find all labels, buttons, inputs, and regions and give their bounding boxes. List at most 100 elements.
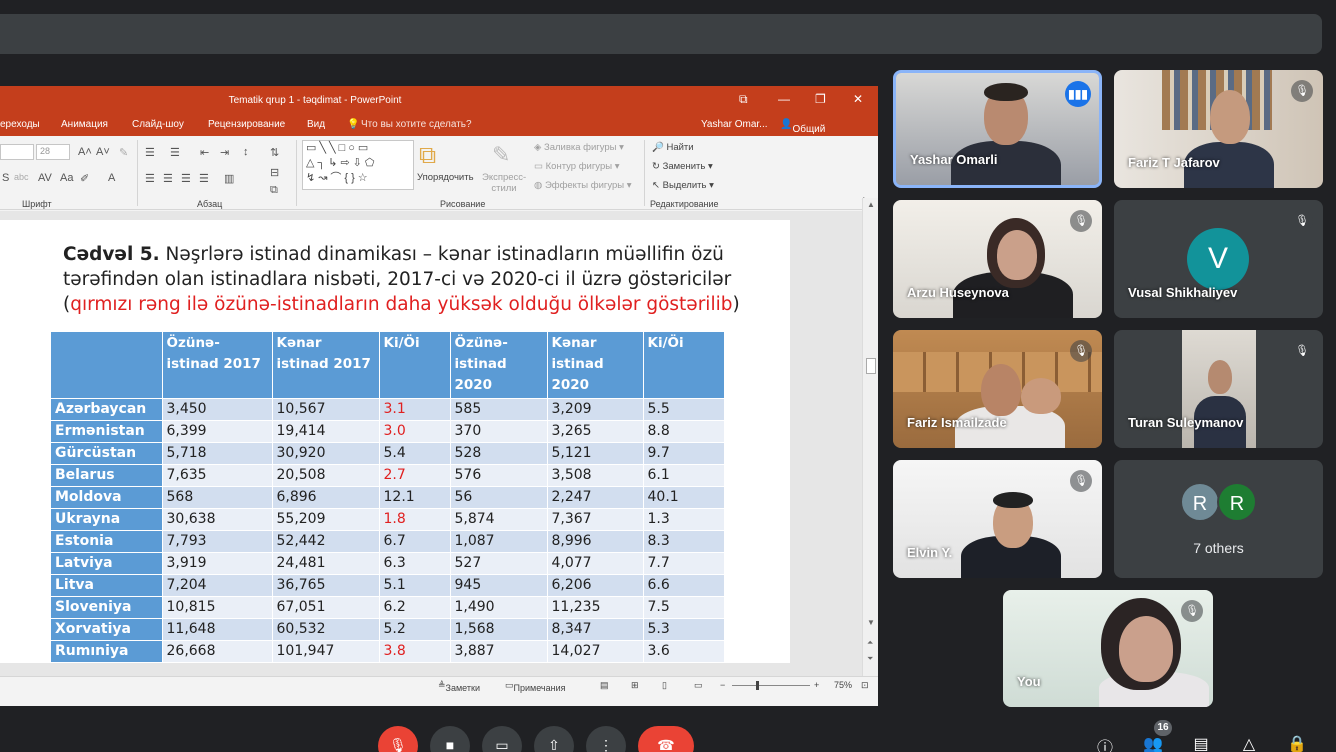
table-cell: 36,765 — [272, 573, 380, 596]
shape-outline-button[interactable]: ▭ Контур фигуры ▾ — [534, 161, 619, 172]
meeting-info-button[interactable]: ⓘ — [1093, 734, 1117, 752]
camera-toggle-button[interactable]: ■ — [430, 726, 470, 752]
shapes-gallery[interactable]: ▭╲╲□○▭ △┐↳⇨⇩⬠ ↯↝⌒{}☆ — [302, 140, 414, 190]
table-cell: 101,947 — [272, 639, 380, 662]
shape-fill-button[interactable]: ◈ Заливка фигуры ▾ — [534, 142, 624, 153]
zoom-slider[interactable] — [732, 685, 810, 686]
heading-label: Cədvəl 5. — [63, 244, 160, 265]
zoom-level[interactable]: 75% — [834, 680, 852, 690]
strikethrough-icon[interactable]: abc — [14, 172, 29, 182]
shrink-font-icon[interactable]: A˅ — [96, 146, 110, 158]
tab-transitions[interactable]: ереходы — [0, 119, 40, 130]
people-button[interactable]: 👥 — [1141, 734, 1165, 752]
arrange-icon[interactable]: ⧉ — [419, 142, 436, 170]
replace-button[interactable]: ↻ Заменить ▾ — [652, 161, 713, 172]
table-cell: 3.6 — [643, 639, 725, 662]
clear-format-icon[interactable]: ✎ — [119, 146, 128, 159]
shape-effects-button[interactable]: ◍ Эффекты фигуры ▾ — [534, 180, 632, 191]
participant-tile-fariz-i[interactable]: 🎙 Fariz Ismailzade — [893, 330, 1102, 448]
table-cell: 1.8 — [379, 507, 451, 530]
align-left-icon[interactable]: ☰ — [145, 172, 155, 185]
captions-button[interactable]: ▭ — [482, 726, 522, 752]
vertical-scrollbar[interactable]: ▲ ▼ ⏶ ⏷ — [862, 198, 878, 681]
scroll-up-icon[interactable]: ▲ — [867, 200, 875, 209]
prev-slide-icon[interactable]: ⏶ — [867, 638, 873, 648]
close-icon[interactable]: ✕ — [853, 92, 863, 106]
scroll-down-icon[interactable]: ▼ — [867, 618, 875, 627]
select-button[interactable]: ↖ Выделить ▾ — [652, 180, 714, 191]
participant-tile-elvin[interactable]: 🎙 Elvin Y. — [893, 460, 1102, 578]
shadow-icon[interactable]: S — [2, 172, 9, 184]
slide-canvas[interactable]: Cədvəl 5. Nəşrlərə istinad dinamikası – … — [0, 220, 790, 663]
tab-review[interactable]: Рецензирование — [208, 119, 285, 130]
justify-icon[interactable]: ☰ — [199, 172, 209, 185]
quick-styles-icon[interactable]: ✎ — [492, 142, 510, 168]
participant-tile-vusal[interactable]: V 🎙 Vusal Shikhaliyev — [1114, 200, 1323, 318]
smartart-icon[interactable]: ⧉ — [270, 184, 278, 197]
align-center-icon[interactable]: ☰ — [163, 172, 173, 185]
grow-font-icon[interactable]: A˄ — [78, 146, 92, 158]
participant-tile-yashar[interactable]: ▮▮▮ Yashar Omarli — [893, 70, 1102, 188]
scroll-thumb[interactable] — [866, 358, 876, 374]
arrange-button[interactable]: Упорядочить — [417, 172, 474, 183]
highlight-icon[interactable]: ✐ — [80, 172, 89, 185]
align-right-icon[interactable]: ☰ — [181, 172, 191, 185]
tell-me-search[interactable]: Что вы хотите сделать? — [361, 119, 472, 130]
maximize-icon[interactable]: ❐ — [815, 92, 826, 106]
self-tile[interactable]: 🎙 You — [1003, 590, 1213, 707]
zoom-slider-thumb[interactable] — [756, 681, 759, 690]
change-case-icon[interactable]: Aa — [60, 172, 73, 184]
line-spacing-icon[interactable]: ↕ — [243, 146, 249, 158]
participant-tile-fariz-t[interactable]: 🎙 Fariz T Jafarov — [1114, 70, 1323, 188]
captions-icon: ▭ — [495, 737, 509, 752]
present-button[interactable]: ⇧ — [534, 726, 574, 752]
host-controls-button[interactable]: 🔒 — [1285, 734, 1309, 752]
decrease-indent-icon[interactable]: ⇤ — [200, 146, 209, 159]
increase-indent-icon[interactable]: ⇥ — [220, 146, 229, 159]
share-button[interactable]: 👤 Общий доступ — [780, 119, 825, 146]
align-text-icon[interactable]: ⊟ — [270, 166, 279, 179]
quick-styles-button[interactable]: Экспресс-стили — [482, 172, 526, 194]
tab-view[interactable]: Вид — [307, 119, 325, 130]
table-cell: 55,209 — [272, 507, 380, 530]
char-spacing-icon[interactable]: AV — [38, 172, 52, 184]
activities-button[interactable]: △ — [1237, 734, 1261, 752]
table-cell: 527 — [450, 551, 548, 574]
participant-tile-arzu[interactable]: 🎙 Arzu Huseynova — [893, 200, 1102, 318]
next-slide-icon[interactable]: ⏷ — [867, 654, 873, 664]
muted-mic-icon: 🎙 — [1181, 600, 1203, 622]
table-cell: 6.6 — [643, 573, 725, 596]
font-size-field[interactable]: 28 — [36, 144, 70, 160]
tab-animations[interactable]: Анимация — [61, 119, 108, 130]
fit-slide-icon[interactable]: ⊡ — [861, 680, 869, 691]
mic-toggle-button[interactable]: 🎙 — [378, 726, 418, 752]
chat-button[interactable]: ▤ — [1189, 734, 1213, 752]
find-button[interactable]: 🔎 Найти — [652, 142, 694, 153]
bullets-icon[interactable]: ☰ — [145, 146, 155, 159]
comments-button[interactable]: ▭ Примечания — [505, 680, 565, 693]
notes-button[interactable]: ≜ Заметки — [438, 680, 480, 693]
citation-table: Özünə-istinad 2017 Kənar istinad 2017 Ki… — [51, 332, 725, 662]
zoom-in-icon[interactable]: + — [814, 680, 819, 690]
avatar: R — [1217, 482, 1257, 522]
minimize-icon[interactable]: — — [778, 92, 790, 106]
slideshow-icon[interactable]: ▭ — [694, 680, 703, 691]
table-cell: 7,204 — [162, 573, 273, 596]
zoom-out-icon[interactable]: − — [720, 680, 725, 690]
table-cell: 26,668 — [162, 639, 273, 662]
others-tile[interactable]: R R 7 others — [1114, 460, 1323, 578]
reading-view-icon[interactable]: ▯ — [662, 680, 667, 691]
more-options-button[interactable]: ⋮ — [586, 726, 626, 752]
ribbon-display-icon[interactable]: ⧉ — [739, 92, 748, 107]
tab-slideshow[interactable]: Слайд-шоу — [132, 119, 184, 130]
font-name-field[interactable] — [0, 144, 34, 160]
slide-sorter-icon[interactable]: ⊞ — [631, 680, 639, 691]
font-color-icon[interactable]: A — [108, 172, 115, 184]
columns-icon[interactable]: ▥ — [224, 172, 234, 185]
numbering-icon[interactable]: ☰ — [170, 146, 180, 159]
leave-call-button[interactable]: ☎ — [638, 726, 694, 752]
participant-tile-turan[interactable]: 🎙 Turan Suleymanov — [1114, 330, 1323, 448]
normal-view-icon[interactable]: ▤ — [600, 680, 609, 691]
text-direction-icon[interactable]: ⇅ — [270, 146, 279, 159]
user-name[interactable]: Yashar Omar... — [701, 119, 768, 130]
